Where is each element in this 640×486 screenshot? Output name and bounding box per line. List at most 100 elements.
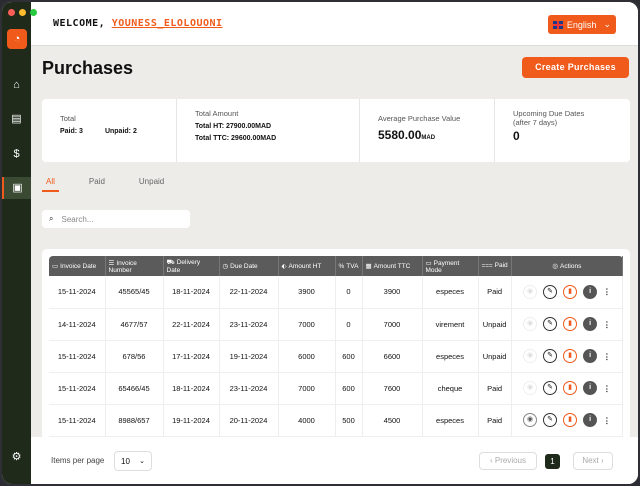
view-eye-icon[interactable]: ◉ (523, 317, 538, 331)
table-cell: virement (422, 308, 479, 341)
minimize-button[interactable] (19, 9, 26, 16)
app-logo-icon[interactable]: ◔ (7, 29, 27, 49)
table-cell: 7000 (362, 308, 423, 341)
previous-button[interactable]: ‹ Previous (479, 452, 537, 470)
more-options-icon[interactable]: ⋮ (603, 416, 611, 425)
table-cell: 8988/657 (105, 404, 164, 437)
column-icon: ⩶ (481, 262, 493, 269)
table-cell: Paid (478, 276, 512, 309)
table-cell: 4677/57 (105, 308, 164, 341)
edit-pencil-icon[interactable]: ✎ (543, 381, 558, 395)
stat-label: Upcoming Due Dates (513, 109, 585, 118)
info-icon[interactable]: i (583, 284, 598, 299)
edit-pencil-icon[interactable]: ✎ (543, 349, 558, 363)
chevron-down-icon: ⌄ (603, 19, 611, 29)
column-icon: ◎ (552, 263, 558, 270)
delete-trash-icon[interactable]: ▮ (563, 284, 578, 299)
maximize-button[interactable] (30, 9, 37, 16)
actions-cell: ◉ ✎ ▮ i ⋮ (511, 340, 624, 373)
page-title: Purchases (42, 58, 134, 78)
next-button[interactable]: Next › (573, 452, 613, 470)
view-eye-icon[interactable]: ◉ (523, 284, 538, 299)
previous-label: Previous (494, 456, 526, 465)
table-cell: Unpaid (478, 340, 512, 373)
table-cell: 678/56 (105, 340, 164, 373)
table-cell: 23-11-2024 (219, 308, 279, 341)
total-ttc: Total TTC: 29600.00MAD (195, 135, 277, 142)
tab-unpaid[interactable]: Unpaid (135, 176, 168, 192)
edit-pencil-icon[interactable]: ✎ (543, 317, 558, 331)
window-controls (8, 9, 37, 16)
info-icon[interactable]: i (583, 413, 598, 427)
table-cell: 500 (335, 404, 363, 437)
delete-trash-icon[interactable]: ▮ (563, 349, 578, 363)
column-label: Amount TTC (373, 263, 411, 270)
paid-count: Paid: 3 (60, 128, 83, 135)
chevron-down-icon: ⌄ (139, 458, 145, 465)
view-eye-icon[interactable]: ◉ (523, 349, 538, 363)
table-cell: 22-11-2024 (219, 276, 279, 309)
dollar-icon[interactable]: $ (2, 143, 31, 165)
info-icon[interactable]: i (583, 349, 598, 363)
create-purchases-button[interactable]: Create Purchases (522, 57, 629, 78)
table-cell: 15-11-2024 (49, 276, 106, 309)
actions-cell: ◉ ✎ ▮ i ⋮ (511, 308, 624, 341)
column-label: Actions (560, 263, 582, 270)
home-icon[interactable]: ⌂ (2, 74, 31, 96)
stats-card: Total Paid: 3 Unpaid: 2 Total Amount Tota… (42, 99, 630, 162)
column-icon: % (338, 262, 345, 270)
table-row: 15-11-2024 8988/657 19-11-2024 20-11-2024 40… (49, 404, 624, 437)
column-icon: ◷ (222, 263, 229, 270)
delete-trash-icon[interactable]: ▮ (563, 317, 578, 331)
table-cell: 45565/45 (105, 276, 164, 309)
stat-label: Total Amount (195, 109, 239, 118)
search-placeholder: Search... (61, 214, 94, 224)
table-cell: 18-11-2024 (163, 372, 220, 405)
table-cell: 14-11-2024 (49, 308, 106, 341)
more-options-icon[interactable]: ⋮ (603, 352, 611, 361)
column-header: ◷ Due Date (219, 256, 279, 276)
search-input[interactable]: ⌕ Search... (42, 210, 190, 228)
column-icon: ☰ (108, 259, 115, 267)
tab-all[interactable]: All (42, 176, 59, 192)
page-1-button[interactable]: 1 (545, 454, 560, 469)
table-cell: 7600 (362, 372, 423, 405)
column-header: ☰ Invoice Number (105, 256, 164, 276)
settings-gear-icon[interactable]: ⚙ (2, 446, 31, 468)
table-cell: 3900 (362, 276, 423, 309)
next-label: Next (582, 456, 599, 465)
edit-pencil-icon[interactable]: ✎ (543, 284, 558, 299)
clipboard-icon[interactable]: ▤ (2, 108, 31, 130)
info-icon[interactable]: i (583, 381, 598, 395)
more-options-icon[interactable]: ⋮ (603, 384, 611, 393)
table-cell: 600 (335, 340, 363, 373)
column-header: ◎ Actions (511, 256, 624, 276)
app-window: ◔ ⌂ ▤ $ ▣ ⚙ WELCOME, YOUNESS_ELOLOUONI E… (0, 0, 640, 486)
table-cell: 0 (335, 308, 363, 341)
column-header: ▭ Invoice Date (49, 256, 106, 276)
info-icon[interactable]: i (583, 317, 598, 331)
table-cell: 0 (335, 276, 363, 309)
table-cell: Unpaid (478, 308, 512, 341)
table-cell: 15-11-2024 (49, 372, 106, 405)
edit-pencil-icon[interactable]: ✎ (543, 413, 558, 427)
close-button[interactable] (8, 9, 15, 16)
tab-paid[interactable]: Paid (85, 176, 109, 192)
table-cell: 23-11-2024 (219, 372, 279, 405)
unpaid-count: Unpaid: 2 (104, 128, 137, 135)
table-cell: cheque (422, 372, 479, 405)
view-eye-icon[interactable]: ◉ (523, 413, 538, 427)
column-header: ⛟ Delivery Date (163, 256, 220, 276)
view-eye-icon[interactable]: ◉ (523, 381, 538, 395)
more-options-icon[interactable]: ⋮ (603, 320, 611, 329)
stat-due-dates: Upcoming Due Dates (after 7 days) 0 (495, 99, 630, 162)
purchases-bag-icon[interactable]: ▣ (2, 177, 31, 199)
delete-trash-icon[interactable]: ▮ (563, 413, 578, 427)
delete-trash-icon[interactable]: ▮ (563, 381, 578, 395)
table-cell: especes (422, 276, 479, 309)
items-per-page-select[interactable]: 10 ⌄ (114, 451, 152, 471)
table-cell: 600 (335, 372, 363, 405)
language-selector[interactable]: English ⌄ (548, 15, 616, 34)
username-link[interactable]: YOUNESS_ELOLOUONI (112, 18, 223, 29)
more-options-icon[interactable]: ⋮ (603, 287, 611, 296)
